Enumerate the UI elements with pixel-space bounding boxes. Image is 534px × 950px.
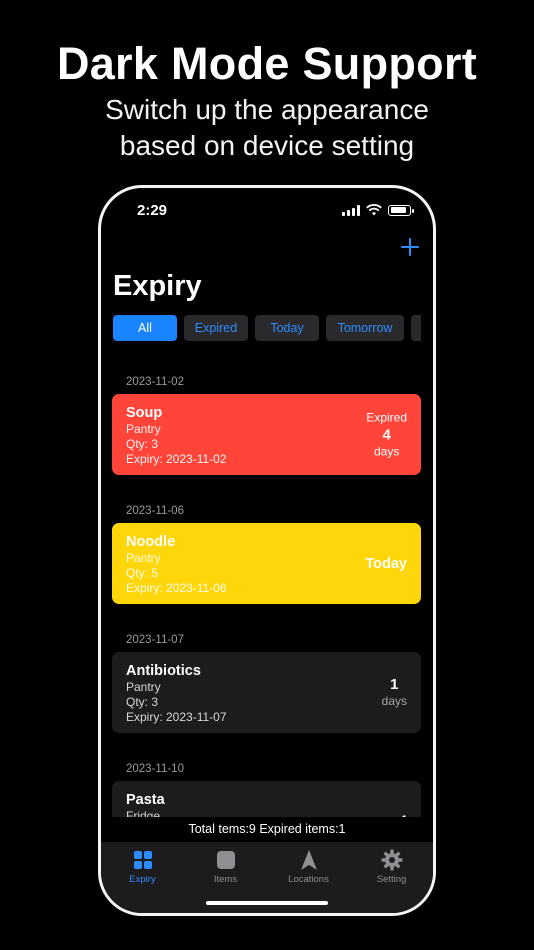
phone-frame: 2:29 Expiry All Expired Today Tomorrow 2…	[98, 185, 436, 916]
signal-icon	[342, 204, 360, 216]
item-expiry: Expiry: 2023-11-02	[126, 452, 227, 466]
item-card-noodle[interactable]: Noodle Pantry Qty: 5 Expiry: 2023-11-06 …	[112, 523, 421, 604]
status-days: 4	[382, 426, 391, 443]
item-status: Today	[365, 556, 407, 572]
tab-expiry[interactable]: Expiry	[101, 842, 184, 913]
tab-label: Expiry	[129, 874, 156, 885]
location-arrow-icon	[300, 850, 317, 870]
group-date-label: 2023-11-07	[126, 634, 184, 646]
promo-subline-1: Switch up the appearance	[105, 94, 429, 125]
filter-chip-tomorrow[interactable]: Tomorrow	[326, 315, 404, 341]
item-qty: Qty: 3	[126, 437, 159, 451]
expiry-list[interactable]: 2023-11-02 Soup Pantry Qty: 3 Expiry: 20…	[101, 360, 433, 817]
item-expiry: Expiry: 2023-11-06	[126, 581, 227, 595]
status-unit: days	[373, 444, 400, 458]
item-card-soup[interactable]: Soup Pantry Qty: 3 Expiry: 2023-11-02 Ex…	[112, 394, 421, 475]
promo-subline-2: based on device setting	[119, 130, 415, 161]
item-name: Soup	[126, 405, 163, 421]
square-icon	[216, 851, 235, 869]
filter-chip-expired[interactable]: Expired	[184, 315, 248, 341]
status-icons	[342, 204, 414, 216]
filter-chip-today[interactable]: Today	[255, 315, 319, 341]
grid-icon	[133, 851, 152, 869]
filter-chip-more[interactable]	[411, 315, 421, 341]
group-date-label: 2023-11-02	[126, 376, 184, 388]
item-expiry: Expiry: 2023-11-07	[126, 710, 227, 724]
item-name: Pasta	[126, 792, 165, 808]
item-name: Antibiotics	[126, 663, 201, 679]
status-unit: days	[381, 693, 407, 708]
item-name: Noodle	[126, 534, 176, 550]
app-screen: 2:29 Expiry All Expired Today Tomorrow 2…	[101, 188, 433, 913]
filter-bar: All Expired Today Tomorrow	[113, 315, 421, 341]
battery-icon	[388, 204, 414, 216]
item-location: Pantry	[126, 680, 161, 694]
wifi-icon	[366, 204, 382, 216]
item-status: 1 days	[382, 676, 407, 710]
items-summary: Total tems:9 Expired items:1	[101, 817, 433, 842]
item-qty: Qty: 3	[126, 695, 159, 709]
page-title: Expiry	[113, 270, 202, 302]
status-time: 2:29	[137, 202, 168, 219]
tab-label: Setting	[376, 874, 407, 885]
tab-setting[interactable]: Setting	[350, 842, 433, 913]
item-card-pasta[interactable]: Pasta Fridge 4	[112, 781, 421, 817]
tab-label: Locations	[288, 874, 329, 885]
status-bar: 2:29	[101, 202, 433, 222]
status-label: Today	[365, 555, 407, 572]
filter-chip-all[interactable]: All	[113, 315, 177, 341]
date-group: 2023-11-06 Noodle Pantry Qty: 5 Expiry: …	[101, 499, 433, 604]
plus-icon	[401, 238, 419, 256]
item-card-antibiotics[interactable]: Antibiotics Pantry Qty: 3 Expiry: 2023-1…	[112, 652, 421, 733]
status-days: 1	[390, 675, 399, 693]
promo-headline: Dark Mode Support	[56, 38, 478, 89]
group-date-label: 2023-11-06	[126, 505, 184, 517]
date-group: 2023-11-10 Pasta Fridge 4	[101, 757, 433, 817]
date-group: 2023-11-02 Soup Pantry Qty: 3 Expiry: 20…	[101, 370, 433, 475]
item-location: Fridge	[126, 809, 161, 817]
home-indicator[interactable]	[206, 901, 328, 905]
date-group: 2023-11-07 Antibiotics Pantry Qty: 3 Exp…	[101, 628, 433, 733]
add-item-button[interactable]	[401, 233, 419, 261]
status-label: Expired	[366, 410, 407, 424]
group-date-label: 2023-11-10	[126, 763, 184, 775]
gear-icon	[381, 849, 402, 871]
item-status: Expired 4 days	[366, 409, 407, 460]
tab-label: Items	[213, 874, 238, 885]
item-location: Pantry	[126, 422, 161, 436]
